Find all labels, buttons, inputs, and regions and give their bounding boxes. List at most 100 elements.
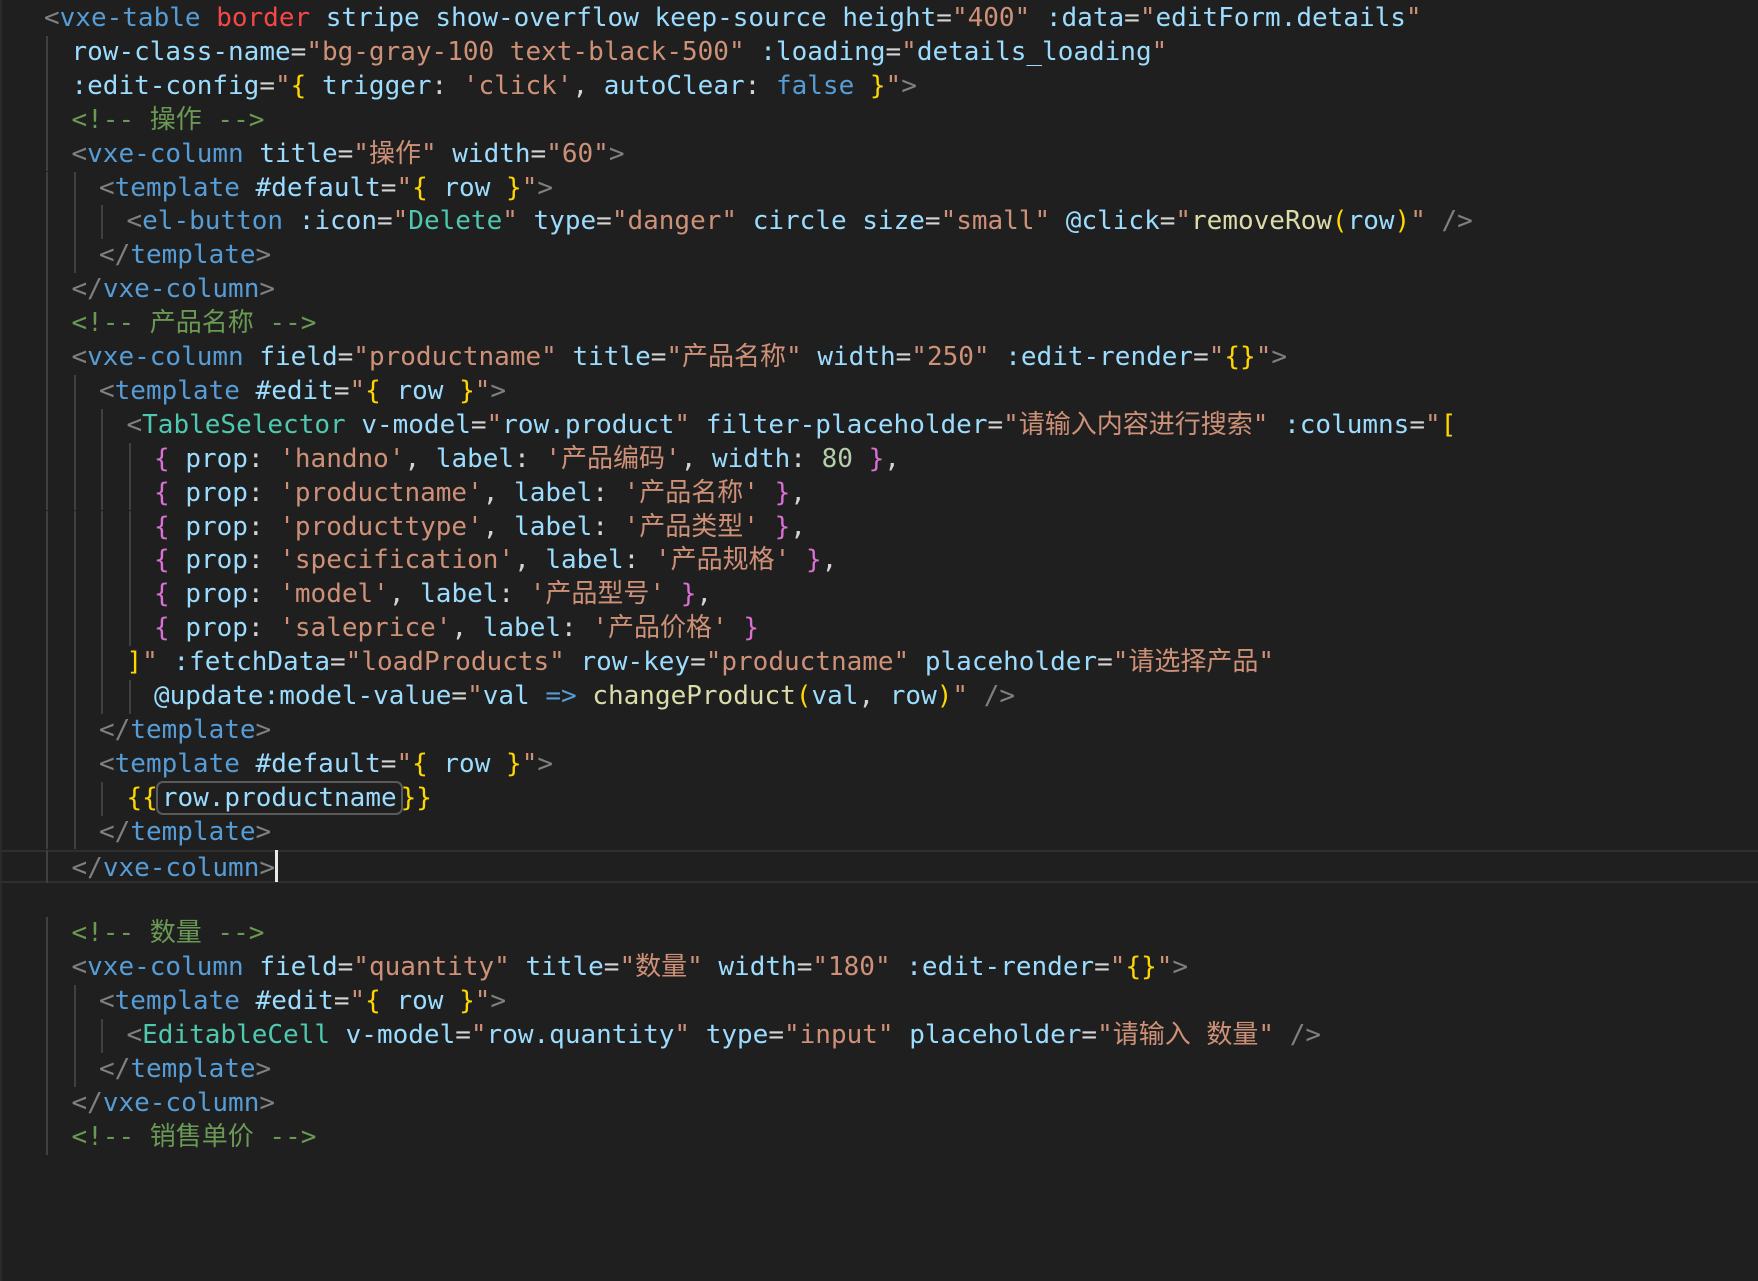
code-line[interactable]: <EditableCell v-model="row.quantity" typ… <box>0 1019 1758 1053</box>
code-line[interactable]: ]" :fetchData="loadProducts" row-key="pr… <box>0 646 1758 680</box>
code-token: 'specification' <box>279 545 515 576</box>
code-token: , <box>821 545 838 576</box>
code-token: < <box>99 986 115 1017</box>
code-token: " <box>1208 342 1225 372</box>
code-token: vxe-column <box>87 138 244 169</box>
code-line[interactable] <box>0 883 1758 917</box>
code-text: <!-- 产品名称 --> <box>72 307 317 341</box>
code-token: :edit-config <box>71 70 260 101</box>
code-token: </ <box>71 852 103 883</box>
code-line[interactable]: :edit-config="{ trigger: 'click', autoCl… <box>0 69 1758 104</box>
code-token: " <box>952 681 969 711</box>
code-line[interactable]: </vxe-column> <box>0 849 1758 884</box>
code-token: = <box>1097 647 1113 678</box>
code-token: 'click' <box>462 70 573 101</box>
code-line[interactable]: <vxe-column field="productname" title="产… <box>0 341 1758 375</box>
indent-guide <box>73 239 76 274</box>
code-token: false <box>775 70 855 101</box>
code-token: template <box>130 240 256 271</box>
code-line[interactable]: </template> <box>0 1052 1758 1087</box>
code-line[interactable]: <vxe-column title="操作" width="60"> <box>0 137 1758 172</box>
code-token: vxe-column <box>102 274 260 305</box>
code-line[interactable]: <!-- 产品名称 --> <box>0 307 1758 341</box>
highlighted-reference[interactable]: row.productname <box>155 780 403 815</box>
code-token: width <box>817 342 896 372</box>
code-token: template <box>114 172 240 203</box>
code-line[interactable]: <template #edit="{ row }"> <box>0 985 1758 1019</box>
indent-guide <box>101 544 103 579</box>
code-text: <!-- 操作 --> <box>72 104 265 138</box>
code-line[interactable]: </template> <box>0 239 1758 274</box>
code-line[interactable]: <!-- 操作 --> <box>0 103 1758 138</box>
indent-guide <box>46 646 48 680</box>
code-token: ) <box>936 681 953 711</box>
code-line[interactable]: <!-- 销售单价 --> <box>0 1120 1758 1155</box>
code-line[interactable]: <vxe-table border stripe show-overflow k… <box>0 2 1758 36</box>
code-line[interactable]: { prop: 'model', label: '产品型号' }, <box>0 578 1758 613</box>
code-token: = <box>1409 409 1425 440</box>
code-token: .productname <box>208 782 397 813</box>
code-token: } <box>805 545 822 576</box>
code-token: </ <box>99 714 131 745</box>
code-line[interactable]: { prop: 'producttype', label: '产品类型' }, <box>0 510 1758 545</box>
indent-guide <box>46 680 48 714</box>
code-line[interactable]: row-class-name="bg-gray-100 text-black-5… <box>0 35 1758 70</box>
indent-guide <box>46 374 48 409</box>
code-line[interactable]: <TableSelector v-model="row.product" fil… <box>0 408 1758 443</box>
code-token: } <box>869 70 886 101</box>
code-line[interactable]: @update:model-value="val => changeProduc… <box>0 680 1758 714</box>
code-line[interactable]: <template #default="{ row }"> <box>0 171 1758 206</box>
code-line[interactable]: </template> <box>0 713 1758 748</box>
code-token: } <box>774 511 791 542</box>
code-token: = <box>1159 206 1176 237</box>
code-token: filter-placeholder <box>705 409 988 440</box>
code-line[interactable]: { prop: 'productname', label: '产品名称' }, <box>0 476 1758 511</box>
code-token: { <box>290 70 307 101</box>
code-line[interactable]: <template #default="{ row }"> <box>0 747 1758 782</box>
code-token: "请输入内容进行搜索" <box>1003 409 1269 440</box>
code-line[interactable]: <vxe-column field="quantity" title="数量" … <box>0 951 1758 986</box>
code-token: < <box>126 409 143 440</box>
code-line[interactable]: { prop: 'handno', label: '产品编码', width: … <box>0 442 1758 477</box>
code-line[interactable]: <!-- 数量 --> <box>0 917 1758 952</box>
code-line[interactable]: { prop: 'specification', label: '产品规格' }… <box>0 544 1758 579</box>
code-editor[interactable]: <vxe-table border stripe show-overflow k… <box>0 0 1758 1281</box>
code-token: = <box>530 138 547 169</box>
code-line[interactable]: {{row.productname}} <box>0 780 1758 816</box>
code-line[interactable]: </vxe-column> <box>0 1086 1758 1121</box>
code-token: " <box>474 375 491 406</box>
code-line[interactable]: { prop: 'saleprice', label: '产品价格' } <box>0 612 1758 647</box>
indent-guide <box>46 1052 48 1087</box>
code-line[interactable]: <template #edit="{ row }"> <box>0 374 1758 409</box>
code-token: " <box>1405 3 1422 33</box>
code-token: " <box>1156 952 1173 983</box>
code-token: show-overflow <box>435 3 639 33</box>
code-token: > <box>901 70 917 101</box>
code-token: " <box>474 986 491 1017</box>
code-text: <template #default="{ row }"> <box>99 748 553 782</box>
code-token: title <box>259 138 338 169</box>
code-line[interactable]: </vxe-column> <box>0 273 1758 308</box>
code-token: height <box>842 3 937 33</box>
code-token: > <box>537 748 553 779</box>
code-token: '产品编码' <box>545 443 681 474</box>
code-token: : <box>514 443 546 474</box>
code-token: 'producttype' <box>279 511 483 542</box>
code-line[interactable]: <el-button :icon="Delete" type="danger" … <box>0 205 1758 240</box>
code-token: " <box>1109 952 1126 983</box>
code-token: width <box>712 443 791 474</box>
code-line[interactable]: </template> <box>0 815 1758 850</box>
code-token: = <box>1193 342 1209 372</box>
code-token: " <box>470 1020 487 1050</box>
code-token: = <box>936 3 952 33</box>
